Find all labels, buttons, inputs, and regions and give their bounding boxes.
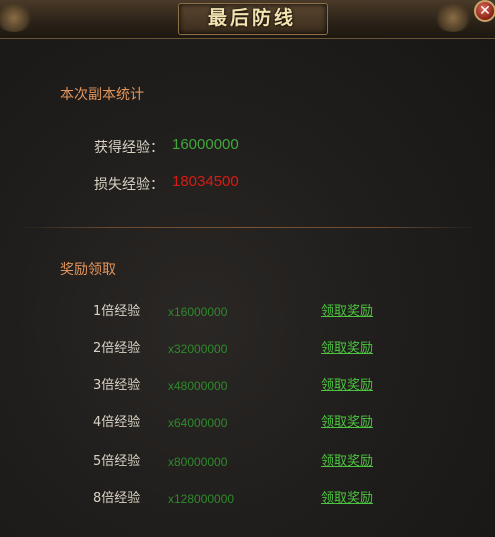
reward-label: 2倍经验: [93, 341, 141, 356]
title-bar: 最后防线: [0, 0, 495, 39]
claim-reward-link[interactable]: 领取奖励: [321, 452, 373, 472]
section-divider: [18, 227, 478, 228]
gained-exp-label: 获得经验：: [94, 140, 164, 156]
reward-label: 3倍经验: [93, 378, 141, 393]
reward-label: 1倍经验: [93, 304, 141, 319]
last-defense-panel: 最后防线 ✕ 本次副本统计 获得经验： 16000000 损失经验： 18034…: [0, 0, 495, 537]
reward-label: 5倍经验: [93, 454, 141, 469]
window-title: 最后防线: [207, 7, 296, 29]
reward-row: 3倍经验 x48000000 领取奖励: [0, 376, 495, 396]
ornament-right-icon: [433, 4, 473, 32]
claim-reward-link[interactable]: 领取奖励: [321, 302, 373, 322]
reward-row: 8倍经验 x128000000 领取奖励: [0, 489, 495, 509]
reward-row: 1倍经验 x16000000 领取奖励: [0, 302, 495, 322]
rewards-heading: 奖励领取: [60, 262, 116, 278]
claim-reward-link[interactable]: 领取奖励: [321, 339, 373, 359]
reward-amount: x32000000: [168, 342, 228, 356]
lost-exp-value: 18034500: [172, 173, 239, 190]
claim-reward-link[interactable]: 领取奖励: [321, 489, 373, 509]
gained-exp-value: 16000000: [172, 136, 239, 153]
ornament-left-icon: [0, 4, 34, 32]
claim-reward-link[interactable]: 领取奖励: [321, 376, 373, 396]
reward-row: 2倍经验 x32000000 领取奖励: [0, 339, 495, 359]
reward-amount: x128000000: [168, 492, 235, 506]
reward-amount: x64000000: [168, 416, 228, 430]
reward-label: 8倍经验: [93, 491, 141, 506]
reward-row: 5倍经验 x80000000 领取奖励: [0, 452, 495, 472]
close-icon: ✕: [479, 3, 491, 19]
claim-reward-link[interactable]: 领取奖励: [321, 413, 373, 433]
reward-label: 4倍经验: [93, 415, 141, 430]
reward-amount: x48000000: [168, 379, 228, 393]
close-button[interactable]: ✕: [474, 0, 495, 22]
stats-heading: 本次副本统计: [60, 87, 144, 103]
lost-exp-label: 损失经验：: [94, 177, 164, 193]
reward-amount: x80000000: [168, 455, 228, 469]
reward-row: 4倍经验 x64000000 领取奖励: [0, 413, 495, 433]
reward-amount: x16000000: [168, 305, 228, 319]
